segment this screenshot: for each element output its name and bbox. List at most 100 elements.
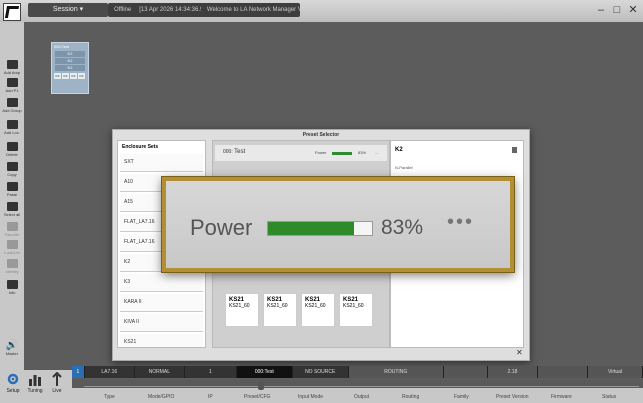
close-dialog-button[interactable]: ✕ — [516, 348, 523, 357]
label-preset: Preset/CFG — [244, 394, 271, 400]
delete-button[interactable]: Delete — [0, 142, 24, 157]
gear-icon — [7, 373, 19, 385]
info-icon — [6, 280, 18, 289]
chain-labels: Type Mode/GPIO IP Preset/CFG Input Mode … — [72, 388, 643, 403]
enclosure-item[interactable]: SXT — [120, 154, 203, 172]
ks-chip[interactable]: KS — [70, 73, 77, 79]
power-zoom-callout: Power 83% ••• — [162, 177, 514, 272]
chain-ip[interactable]: 1 — [185, 366, 237, 378]
status-pill: Offline [13 Apr 2026 14:34:36.922] Welco… — [108, 3, 300, 17]
favorite-label: Favorite — [4, 232, 20, 237]
identify-icon — [6, 259, 18, 268]
label-status: Status — [602, 394, 617, 400]
master-button[interactable]: 🔊 Master — [2, 340, 22, 356]
enclosure-item[interactable]: KARA II — [120, 294, 203, 312]
chain-mode[interactable]: NORMAL — [135, 366, 185, 378]
identify-label: Identify — [5, 269, 19, 274]
ks-chip[interactable]: KS — [78, 73, 85, 79]
add-amp-label: Add Amp — [3, 70, 21, 75]
ks-chip[interactable]: KS — [62, 73, 69, 79]
group-row[interactable]: K2 — [55, 65, 85, 71]
chain-status[interactable]: Virtual — [588, 366, 643, 378]
trash-icon[interactable] — [512, 147, 517, 153]
master-label: Master — [5, 351, 19, 356]
enclosure-item[interactable]: K3 — [120, 274, 203, 292]
setup-tab[interactable]: Setup — [2, 372, 24, 394]
copy-label: Copy — [7, 172, 17, 177]
label-family: Family — [454, 394, 469, 400]
label-ip: IP — [208, 394, 213, 400]
group-row[interactable]: K2 — [55, 51, 85, 57]
column-slider-knob[interactable] — [258, 382, 264, 390]
preset-card[interactable]: KS21 KS21_60 — [263, 293, 297, 327]
add-location-button[interactable]: Add Loc. — [0, 120, 24, 135]
session-menu-button[interactable]: Session ▾ — [28, 3, 108, 17]
lock-button[interactable]: Lock/Unl — [0, 240, 24, 255]
add-p1-button[interactable]: Add P1 — [0, 78, 24, 93]
power-meter — [267, 221, 373, 236]
card-sub: KS21_60 — [343, 303, 364, 309]
enclosure-item[interactable]: KS21 — [120, 334, 203, 347]
amp-icon — [6, 60, 18, 69]
copy-icon — [6, 162, 18, 171]
chain-index[interactable]: 1 — [72, 366, 85, 378]
maximize-button[interactable]: □ — [610, 3, 624, 17]
chain-firmware[interactable] — [538, 366, 589, 378]
chain-input[interactable]: NO SOURCE — [293, 366, 349, 378]
add-amp-button[interactable]: Add Amp — [0, 60, 24, 75]
card-sub: KS21_60 — [229, 303, 250, 309]
speaker-icon: 🔊 — [5, 340, 19, 351]
add-group-label: Add Group — [2, 108, 22, 113]
group-id-label: 000: Test — [223, 149, 245, 155]
power-label: Power — [190, 215, 253, 240]
delete-label: Delete — [6, 152, 18, 157]
lock-label: Lock/Unl — [4, 250, 20, 255]
ks-chip[interactable]: KS — [54, 73, 61, 79]
label-firmware: Firmware — [551, 394, 572, 400]
enclosure-item[interactable]: KIVA II — [120, 314, 203, 332]
live-label: Live — [52, 388, 62, 394]
more-small-dots[interactable]: ... — [375, 150, 378, 155]
add-p1-label: Add P1 — [5, 88, 19, 93]
add-loc-label: Add Loc. — [4, 130, 20, 135]
chain-routing[interactable]: ROUTING — [348, 366, 444, 378]
group-icon — [6, 98, 18, 107]
add-group-button[interactable]: Add Group — [0, 98, 24, 113]
chain-version[interactable]: 2.18 — [487, 366, 539, 378]
more-options-icon[interactable]: ••• — [447, 211, 474, 234]
group-header: 000: Test Power 83% ... — [215, 145, 387, 161]
session-label: Session — [52, 6, 78, 13]
close-window-button[interactable]: ✕ — [626, 3, 640, 17]
power-meter-fill — [268, 222, 355, 235]
paste-button[interactable]: Paste — [0, 182, 24, 197]
info-button[interactable]: Info — [0, 280, 24, 295]
label-mode: Mode/GPIO — [148, 394, 175, 400]
copy-button[interactable]: Copy — [0, 162, 24, 177]
speaker-group-block[interactable]: 000:Test K2 K2 K2 KS KS KS KS — [51, 42, 89, 94]
power-small-label: Power — [315, 150, 327, 155]
app-logo-icon — [3, 3, 21, 21]
column-slider-track[interactable] — [84, 386, 639, 387]
p1-icon — [6, 78, 18, 87]
paste-icon — [6, 182, 18, 191]
preset-card[interactable]: KS21 KS21_60 — [339, 293, 373, 327]
tuning-tab[interactable]: Tuning — [24, 372, 46, 394]
detail-subtitle: N-Parallel — [395, 165, 413, 170]
power-small-bar — [332, 152, 352, 155]
preset-card[interactable]: KS21 KS21_60 — [301, 293, 335, 327]
chain-family[interactable] — [443, 366, 488, 378]
location-pin-icon — [6, 120, 18, 129]
minimize-button[interactable]: – — [594, 3, 608, 17]
offline-status: Offline — [114, 7, 132, 13]
favorite-button[interactable]: Favorite — [0, 222, 24, 237]
card-sub: KS21_60 — [267, 303, 288, 309]
chain-preset[interactable]: 000:Test — [236, 366, 293, 378]
group-row[interactable]: K2 — [55, 58, 85, 64]
live-icon — [52, 372, 62, 386]
chain-type[interactable]: LA7.16 — [85, 366, 135, 378]
select-all-button[interactable]: Select all — [0, 202, 24, 217]
identify-button[interactable]: Identify — [0, 259, 24, 274]
live-tab[interactable]: Live — [46, 372, 68, 394]
label-routing: Routing — [402, 394, 420, 400]
preset-card[interactable]: KS21 KS21_60 — [225, 293, 259, 327]
